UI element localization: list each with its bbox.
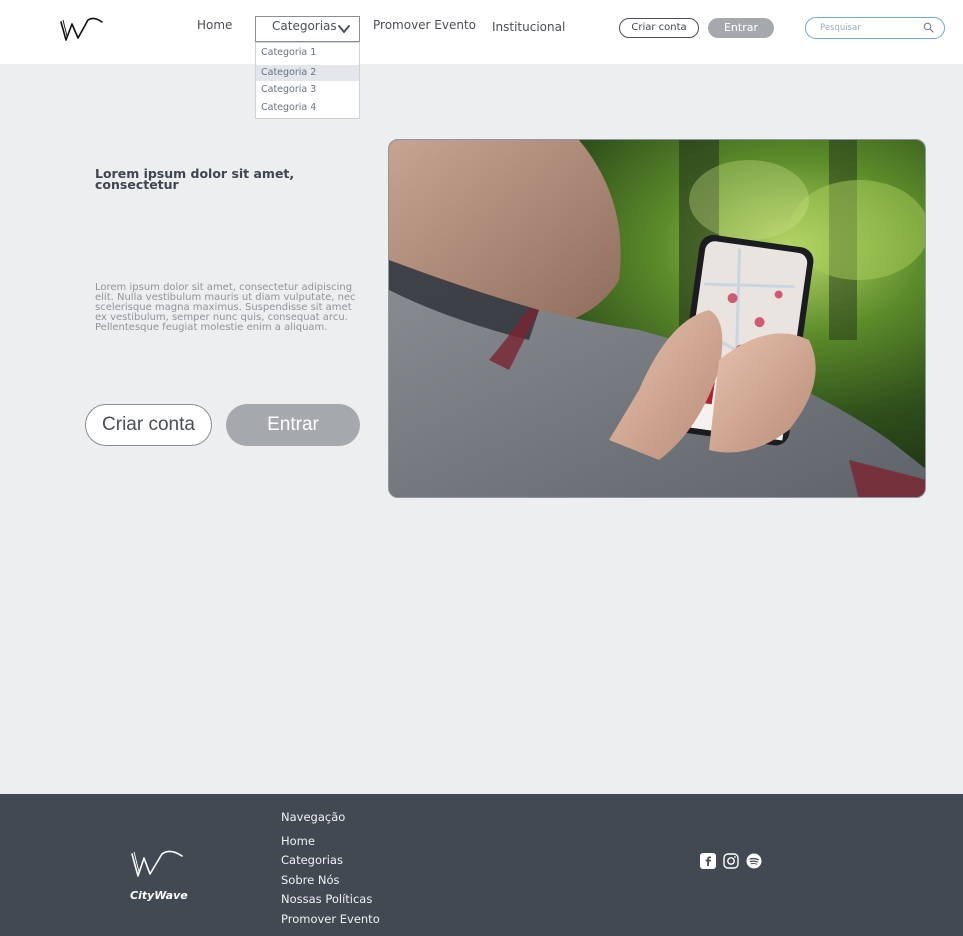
dropdown-item-categoria-2[interactable]: Categoria 2: [256, 65, 359, 81]
spotify-icon[interactable]: [746, 853, 762, 869]
dropdown-item-categoria-3[interactable]: Categoria 3: [256, 82, 359, 98]
search-icon[interactable]: [923, 22, 934, 33]
facebook-icon[interactable]: [700, 853, 716, 869]
hero-criar-conta-button[interactable]: Criar conta: [85, 404, 212, 446]
nav-institucional[interactable]: Institucional: [492, 20, 565, 34]
header-criar-conta-button[interactable]: Criar conta: [619, 18, 699, 38]
citywave-logo-icon[interactable]: [58, 14, 104, 44]
footer-nav-heading: Navegação: [281, 810, 346, 824]
chevron-down-icon: [338, 25, 350, 34]
header-entrar-button[interactable]: Entrar: [708, 18, 774, 38]
instagram-icon[interactable]: [723, 853, 739, 869]
footer-link-categorias[interactable]: Categorias: [281, 853, 343, 867]
dropdown-item-categoria-4[interactable]: Categoria 4: [256, 100, 359, 116]
nav-categorias-dropdown[interactable]: Categorias: [255, 16, 360, 42]
hero-photo: [388, 139, 926, 498]
footer-link-promover-evento[interactable]: Promover Evento: [281, 912, 380, 926]
search-input[interactable]: [820, 21, 920, 35]
nav-categorias-label: Categorias: [272, 19, 337, 33]
footer-link-sobre-nos[interactable]: Sobre Nós: [281, 873, 339, 887]
hero-title: Lorem ipsum dolor sit amet, consectetur: [95, 166, 295, 192]
dropdown-item-categoria-1[interactable]: Categoria 1: [256, 45, 359, 61]
nav-home[interactable]: Home: [197, 18, 232, 32]
hero-entrar-button[interactable]: Entrar: [226, 404, 360, 446]
footer-brand-name: CityWave: [130, 889, 188, 902]
search-box[interactable]: [805, 17, 945, 39]
phone-map-photo-icon: [389, 140, 925, 497]
categorias-dropdown-menu: Categoria 1 Categoria 2 Categoria 3 Cate…: [255, 42, 360, 119]
citywave-logo-icon[interactable]: [128, 848, 184, 878]
hero-description: Lorem ipsum dolor sit amet, consectetur …: [95, 282, 356, 333]
page-footer: CityWave Navegação Home Categorias Sobre…: [0, 794, 963, 936]
nav-promover-evento[interactable]: Promover Evento: [373, 18, 476, 32]
top-header: Home Categorias Promover Evento Instituc…: [0, 0, 963, 64]
footer-link-home[interactable]: Home: [281, 834, 315, 848]
footer-link-nossas-politicas[interactable]: Nossas Políticas: [281, 892, 372, 906]
